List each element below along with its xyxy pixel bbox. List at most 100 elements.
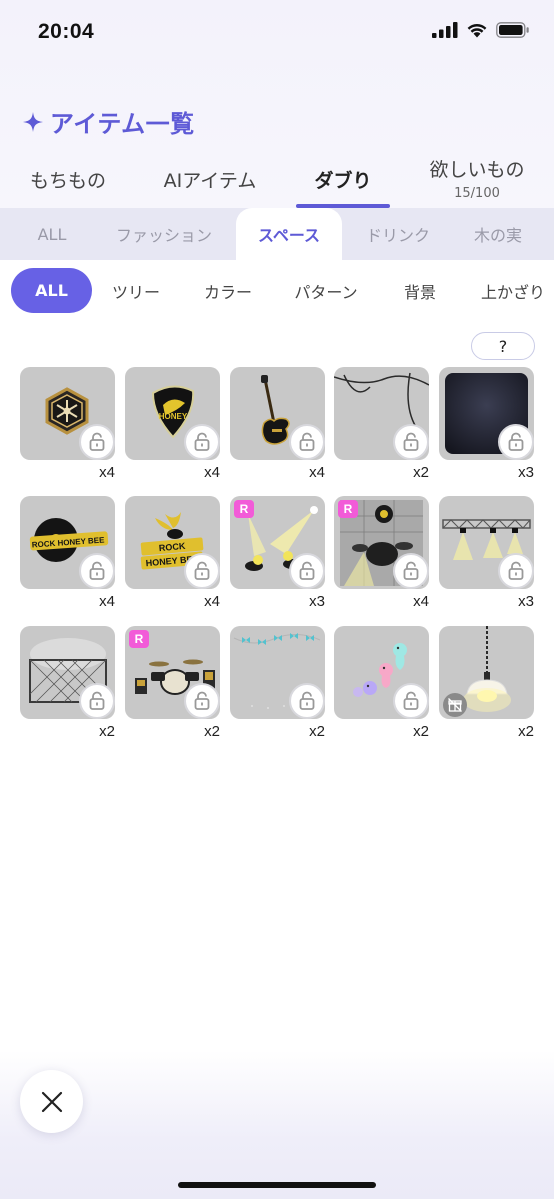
item-tile[interactable]: x2	[439, 626, 534, 751]
item-count: x4	[99, 464, 115, 481]
item-tile[interactable]: x3	[439, 496, 534, 621]
item-count: x4	[204, 464, 220, 481]
unlock-icon	[299, 561, 315, 580]
bottom-fade	[0, 1050, 554, 1199]
home-indicator	[178, 1182, 376, 1188]
item-tile[interactable]: x2	[230, 626, 325, 751]
category-tab-fashion[interactable]: ファッション	[106, 208, 222, 260]
unlock-icon	[403, 432, 419, 451]
lock-button[interactable]	[79, 683, 115, 719]
unlock-icon	[89, 432, 105, 451]
item-count: x2	[309, 723, 325, 740]
item-tile[interactable]: x2	[334, 367, 429, 492]
lock-button[interactable]	[393, 683, 429, 719]
unlock-icon	[194, 691, 210, 710]
item-tile[interactable]: R x2	[125, 626, 220, 751]
filter-chip-background[interactable]: 背景	[394, 268, 446, 313]
item-count: x4	[413, 593, 429, 610]
page-title: アイテム一覧	[50, 110, 195, 138]
item-count: x2	[413, 723, 429, 740]
item-count: x3	[518, 593, 534, 610]
lock-button[interactable]	[79, 424, 115, 460]
battery-icon	[496, 22, 529, 38]
filter-chip-tree[interactable]: ツリー	[104, 268, 168, 313]
tab-duplicates[interactable]: ダブり	[296, 150, 390, 208]
status-icons	[432, 22, 530, 38]
item-image	[439, 626, 534, 719]
tab-label: AIアイテム	[163, 170, 257, 192]
item-tile[interactable]: ROCK HONEY BEE x4	[125, 496, 220, 621]
item-tile[interactable]: x2	[20, 626, 115, 751]
item-count: x2	[204, 723, 220, 740]
gift-disabled-icon	[448, 698, 462, 712]
item-count: x2	[518, 723, 534, 740]
main-tabs: もちもの AIアイテム ダブり 欲しいもの 15/100	[0, 150, 554, 208]
tab-label: ダブり	[314, 170, 372, 192]
unlock-icon	[89, 691, 105, 710]
unlock-icon	[508, 561, 524, 580]
category-tab-space[interactable]: スペース	[236, 208, 342, 260]
item-tile[interactable]: ROCK HONEY BEE x4	[20, 496, 115, 621]
category-tab-nuts[interactable]: 木の実	[460, 208, 536, 260]
filter-chip-color[interactable]: カラー	[192, 268, 264, 313]
close-button[interactable]	[20, 1070, 83, 1133]
item-tile[interactable]: x3	[439, 367, 534, 492]
item-count: x2	[413, 464, 429, 481]
rare-badge: R	[129, 630, 149, 648]
item-tile[interactable]: R x3	[230, 496, 325, 621]
filter-chip-all[interactable]: ALL	[11, 268, 92, 313]
item-count: x2	[99, 723, 115, 740]
close-icon	[41, 1091, 62, 1112]
rare-badge: R	[338, 500, 358, 518]
unlock-icon	[403, 561, 419, 580]
item-count: x4	[309, 464, 325, 481]
lock-button[interactable]	[184, 424, 220, 460]
item-tile[interactable]: R x4	[334, 496, 429, 621]
lock-button[interactable]	[184, 683, 220, 719]
unlock-icon	[403, 691, 419, 710]
svg-text:HONEY: HONEY	[159, 412, 188, 421]
tab-mochimono[interactable]: もちもの	[20, 150, 116, 208]
unlock-icon	[89, 561, 105, 580]
category-tabs: ALL ファッション スペース ドリンク 木の実	[0, 208, 554, 260]
unlock-icon	[299, 432, 315, 451]
unlock-icon	[299, 691, 315, 710]
item-count: x3	[518, 464, 534, 481]
item-count: x4	[99, 593, 115, 610]
unlock-icon	[508, 432, 524, 451]
status-time: 20:04	[38, 20, 95, 43]
item-tile[interactable]: HONEY x4	[125, 367, 220, 492]
category-tab-all[interactable]: ALL	[14, 208, 90, 260]
filter-chips: ALL ツリー カラー パターン 背景 上かざり	[0, 260, 554, 322]
item-count: x3	[309, 593, 325, 610]
lock-button[interactable]	[393, 553, 429, 589]
status-bar: 20:04	[0, 0, 554, 66]
tab-label: もちもの	[29, 170, 106, 192]
lock-button[interactable]	[498, 553, 534, 589]
lock-button[interactable]	[289, 553, 325, 589]
item-tile[interactable]: x4	[20, 367, 115, 492]
tab-ai-items[interactable]: AIアイテム	[152, 150, 268, 208]
lock-button[interactable]	[289, 424, 325, 460]
wifi-icon	[467, 23, 487, 38]
category-tab-drink[interactable]: ドリンク	[356, 208, 440, 260]
tab-label: 欲しいもの	[429, 159, 525, 181]
lock-button[interactable]	[289, 683, 325, 719]
filter-chip-pattern[interactable]: パターン	[284, 268, 368, 313]
wishlist-count: 15/100	[454, 186, 500, 201]
lock-button[interactable]	[184, 553, 220, 589]
lock-button[interactable]	[79, 553, 115, 589]
lock-button[interactable]	[393, 424, 429, 460]
unlock-icon	[194, 561, 210, 580]
lock-button[interactable]	[498, 424, 534, 460]
item-tile[interactable]: x2	[334, 626, 429, 751]
sparkle-icon	[23, 111, 43, 132]
tab-wishlist[interactable]: 欲しいもの 15/100	[418, 150, 536, 208]
help-button[interactable]: ?	[471, 332, 535, 360]
item-tile[interactable]: x4	[230, 367, 325, 492]
page-title-row: アイテム一覧	[22, 104, 195, 139]
gift-button[interactable]	[443, 693, 467, 717]
unlock-icon	[194, 432, 210, 451]
item-count: x4	[204, 593, 220, 610]
filter-chip-top-decoration[interactable]: 上かざり	[472, 268, 554, 313]
